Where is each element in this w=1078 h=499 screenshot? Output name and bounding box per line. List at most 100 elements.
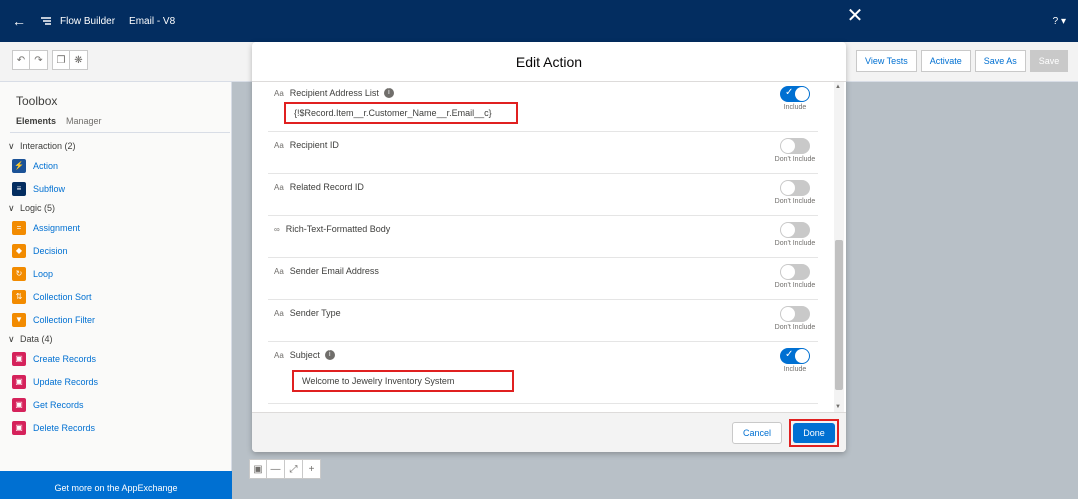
zoom-out-button[interactable]: — [267,459,285,479]
modal-scrollbar[interactable]: ▲ ▼ [834,82,844,412]
gear-icon[interactable]: ❋ [70,50,88,70]
parameter-label-group: Aa Sender Type [274,308,341,318]
parameter-label-group: Aa Recipient Address List i [274,88,394,98]
info-icon[interactable]: i [324,350,335,360]
element-type-icon: ◆ [12,243,26,258]
edit-action-modal: Edit Action Aa Recipient Address List i ✓ In… [252,42,846,452]
undo-redo-group: ↶ ↷ [12,50,48,70]
sidebar-item-label: Collection Sort [33,291,92,302]
scroll-up-icon[interactable]: ▲ [835,84,841,90]
toggle-knob [781,181,795,195]
include-toggle[interactable]: ✓ [780,348,810,364]
undo-icon[interactable]: ↶ [12,50,30,70]
element-type-icon: ▣ [12,397,26,412]
parameter-label: Sender Email Address [289,266,379,276]
scroll-down-icon[interactable]: ▼ [835,404,841,410]
sidebar-item-label: Get Records [33,399,84,410]
sidebar-item[interactable]: ▼ Collection Filter [8,308,228,331]
tab-elements[interactable]: Elements [16,116,56,126]
section-header[interactable]: ∨ Interaction (2) [8,138,228,154]
parameter-label: Rich-Text-Formatted Body [285,224,391,234]
tab-manager[interactable]: Manager [66,116,102,126]
expand-icon[interactable]: ⤢ [285,459,303,479]
section-header[interactable]: ∨ Logic (5) [8,200,228,216]
close-icon[interactable]: ✕ [846,6,864,26]
save-as-button[interactable]: Save As [974,50,1026,72]
parameter-label-group: ∞ Rich-Text-Formatted Body [274,224,390,234]
help-menu[interactable]: ? ▾ [1053,0,1066,42]
zoom-in-button[interactable]: + [303,459,321,479]
fit-icon[interactable]: ▣ [249,459,267,479]
element-type-icon: ▣ [12,351,26,366]
section-label: Data (4) [20,334,53,344]
parameter-value-input[interactable]: Welcome to Jewelry Inventory System [292,370,514,392]
sidebar-item[interactable]: ◆ Decision [8,239,228,262]
modal-title: Edit Action [252,42,846,82]
top-bar-left: ← Flow Builder Email - V8 [12,0,175,42]
data-type-icon: Aa [274,182,284,192]
sidebar-item[interactable]: ▣ Create Records [8,347,228,370]
parameter-label-group: Aa Sender Email Address [274,266,379,276]
include-toggle[interactable] [780,264,810,280]
sidebar-item[interactable]: ▣ Get Records [8,393,228,416]
edit-group: ❐ ❋ [52,50,88,70]
sidebar-item-label: Loop [33,268,54,279]
toolbox-tabs: Elements Manager [16,116,102,126]
info-icon[interactable]: i [383,88,394,98]
modal-footer: Cancel Done [252,412,846,452]
sidebar-item[interactable]: ▣ Update Records [8,370,228,393]
include-toggle[interactable] [780,138,810,154]
parameter-label: Recipient Address List [289,88,379,98]
redo-icon[interactable]: ↷ [30,50,48,70]
parameter-label: Related Record ID [289,182,364,192]
activate-button[interactable]: Activate [920,50,971,72]
parameter-value-input[interactable]: {!$Record.Item__r.Customer_Name__r.Email… [284,102,518,124]
include-toggle[interactable]: ✓ [780,86,810,102]
include-toggle[interactable] [780,222,810,238]
sidebar-item[interactable]: ≡ Subflow [8,177,228,200]
sidebar-item-label: Delete Records [33,422,96,433]
sidebar-item[interactable]: ⇅ Collection Sort [8,285,228,308]
cancel-button[interactable]: Cancel [732,422,782,444]
appexchange-link[interactable]: Get more on the AppExchange [0,471,232,499]
sidebar-item[interactable]: ⚡ Action [8,154,228,177]
data-type-icon: Aa [274,266,284,276]
parameter-row: Aa Sender Type Don't Include [268,300,818,342]
data-type-icon: Aa [274,350,284,360]
parameter-row: Aa Recipient ID Don't Include [268,132,818,174]
parameter-row: Aa Subject i ✓ Include Welcome to Jewelry Inv… [268,342,818,404]
sidebar-item[interactable]: ▣ Delete Records [8,416,228,439]
parameter-row: Aa Sender Email Address Don't Include [268,258,818,300]
sidebar-item-label: Update Records [33,376,99,387]
sidebar-item[interactable]: ↻ Loop [8,262,228,285]
flow-icon [41,17,51,25]
sidebar-item-label: Assignment [33,222,81,233]
scroll-thumb[interactable] [835,240,843,390]
include-toggle[interactable] [780,306,810,322]
toggle-knob [781,139,795,153]
include-toggle[interactable] [780,180,810,196]
sidebar-item[interactable]: = Assignment [8,216,228,239]
chevron-down-icon: ∨ [8,202,15,213]
copy-icon[interactable]: ❐ [52,50,70,70]
toggle-knob [781,307,795,321]
arrow-left-icon[interactable]: ← [12,13,26,29]
section-header[interactable]: ∨ Data (4) [8,331,228,347]
parameter-row: Aa Recipient Address List i ✓ Include {!$Reco… [268,82,818,132]
toggle-caption: Don't Include [774,198,816,205]
data-type-icon: Aa [274,308,284,318]
element-type-icon: ≡ [12,181,26,196]
toggle-knob [795,87,809,101]
sidebar-item-label: Action [33,160,59,171]
toggle-caption: Include [783,366,807,373]
done-button[interactable]: Done [793,423,835,443]
modal-body[interactable]: Aa Recipient Address List i ✓ Include {!$Reco… [252,82,846,412]
check-icon: ✓ [785,87,794,98]
parameter-label-group: Aa Related Record ID [274,182,364,192]
view-tests-button[interactable]: View Tests [856,50,917,72]
toolbox-sidebar: Toolbox Elements Manager ∨ Interaction (2… [0,82,232,499]
done-highlight: Done [789,419,839,447]
parameter-label: Subject [289,350,320,360]
save-button[interactable]: Save [1029,50,1069,72]
sidebar-item-label: Decision [33,245,68,256]
